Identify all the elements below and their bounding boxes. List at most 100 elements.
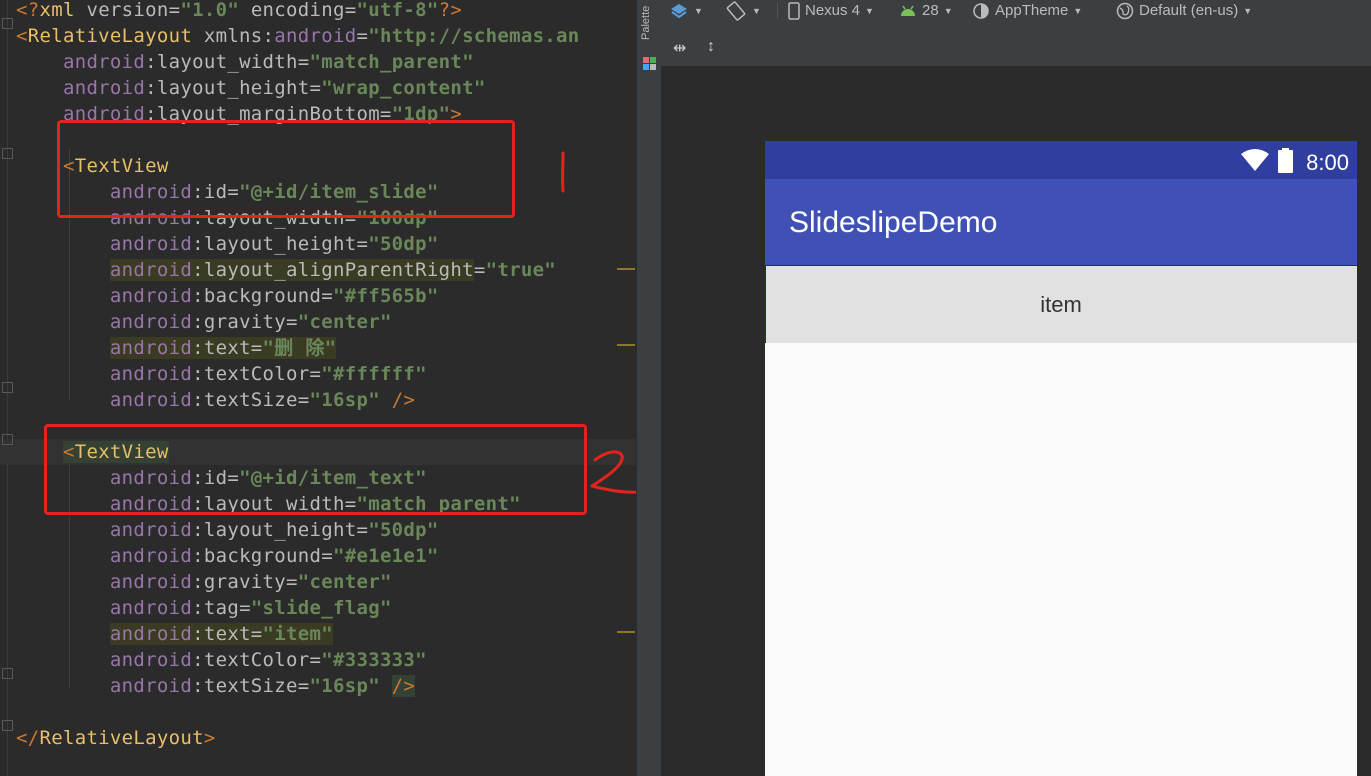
code-line[interactable]: android:layout_alignParentRight="true" [0, 257, 636, 283]
code-token: :textSize= [192, 389, 310, 411]
code-line[interactable]: android:gravity="center" [0, 569, 636, 595]
code-token: android [109, 675, 193, 697]
code-token: :tag= [192, 597, 251, 619]
fold-marker-icon[interactable] [2, 148, 13, 159]
fold-marker-icon[interactable] [2, 434, 13, 445]
item-text-view[interactable]: item [765, 266, 1357, 343]
code-line[interactable]: android:layout_width="match_parent" [0, 491, 636, 517]
code-line[interactable]: android:textSize="16sp" /> [0, 387, 636, 413]
code-token: :background= [192, 545, 333, 567]
locale-selector[interactable]: Default (en-us) ▼ [1116, 0, 1252, 22]
selection-outline [765, 265, 1357, 266]
status-bar: 8:00 [765, 141, 1357, 179]
code-line[interactable] [0, 127, 636, 153]
expand-horizontal-icon[interactable]: ⇹ [673, 38, 686, 58]
code-token: :layout_height= [192, 233, 369, 255]
code-token: android [109, 285, 193, 307]
rotate-device-icon [726, 1, 746, 21]
layout-design-pane[interactable]: ▼ ▼ Nexus 4 ▼ 28 ▼ AppTheme ▼ Default (e… [661, 0, 1371, 776]
fold-marker-icon[interactable] [2, 668, 13, 679]
app-title: SlideslipeDemo [789, 206, 998, 239]
code-line[interactable]: <TextView [0, 153, 636, 179]
code-line[interactable]: android:text="删 除" [0, 335, 636, 361]
code-token: :layout_marginBottom= [145, 103, 392, 125]
code-token: :text= [192, 623, 263, 645]
code-token: < [62, 441, 75, 463]
code-token: /> [391, 675, 416, 697]
code-token: = [473, 259, 486, 281]
code-line[interactable]: android:layout_marginBottom="1dp"> [0, 101, 636, 127]
code-line[interactable]: android:gravity="center" [0, 309, 636, 335]
palette-icon[interactable] [642, 56, 657, 71]
code-line[interactable]: android:layout_height="wrap_content" [0, 75, 636, 101]
code-line[interactable]: android:id="@+id/item_text" [0, 465, 636, 491]
code-line[interactable]: android:id="@+id/item_slide" [0, 179, 636, 205]
code-token: ?> [438, 0, 463, 21]
device-selector[interactable]: Nexus 4 ▼ [788, 0, 874, 22]
code-token: :textSize= [192, 675, 310, 697]
fold-marker-icon[interactable] [2, 720, 13, 731]
code-token: :id= [192, 467, 240, 489]
code-token: android [109, 493, 193, 515]
code-line[interactable]: android:layout_height="50dp" [0, 517, 636, 543]
code-token: xml [39, 0, 87, 21]
code-token: encoding= [250, 0, 357, 21]
code-token: </ [16, 727, 40, 749]
code-token: android [109, 519, 193, 541]
api-level-selector[interactable]: 28 ▼ [899, 0, 953, 22]
code-token: android [62, 51, 146, 73]
fold-marker-icon[interactable] [2, 18, 13, 29]
warning-marker[interactable] [617, 344, 635, 346]
code-line[interactable]: android:text="item" [0, 621, 636, 647]
code-line[interactable]: android:tag="slide_flag" [0, 595, 636, 621]
expand-vertical-icon[interactable]: ↕ [707, 38, 715, 56]
code-token: :text= [192, 337, 263, 359]
code-line[interactable]: <TextView [0, 439, 636, 465]
code-line[interactable] [0, 699, 636, 725]
code-token: :gravity= [192, 311, 298, 333]
code-line[interactable]: android:layout_width="100dp" [0, 205, 636, 231]
code-token: :layout_width= [192, 207, 357, 229]
code-line[interactable]: android:layout_height="50dp" [0, 231, 636, 257]
xml-code-editor[interactable]: <?xml version="1.0" encoding="utf-8"?> <R… [0, 0, 636, 776]
code-line[interactable]: </RelativeLayout> [0, 725, 636, 751]
code-line[interactable] [0, 413, 636, 439]
code-line[interactable]: android:layout_width="match_parent" [0, 49, 636, 75]
app-bar: SlideslipeDemo [765, 179, 1357, 265]
palette-label[interactable]: Palette [640, 6, 652, 54]
code-token: "16sp" [309, 675, 392, 697]
warning-marker[interactable] [617, 268, 635, 270]
battery-icon [1278, 148, 1293, 173]
orientation-button[interactable]: ▼ [725, 0, 761, 22]
item-label: item [1040, 291, 1082, 317]
code-token: < [16, 25, 28, 47]
code-line[interactable]: <?xml version="1.0" encoding="utf-8"?> [0, 0, 636, 23]
design-surface-button[interactable]: ▼ [669, 0, 703, 22]
warning-marker[interactable] [617, 631, 635, 633]
code-line[interactable]: android:textSize="16sp" /> [0, 673, 636, 699]
code-token: :gravity= [192, 571, 298, 593]
code-token: RelativeLayout [39, 727, 204, 749]
chevron-down-icon: ▼ [1073, 6, 1083, 16]
device-preview[interactable]: 8:00 SlideslipeDemo item [765, 141, 1357, 776]
code-line[interactable]: android:textColor="#333333" [0, 647, 636, 673]
status-clock: 8:00 [1306, 150, 1349, 175]
chevron-down-icon: ▼ [694, 6, 703, 16]
code-token: "#ffffff" [321, 363, 427, 385]
code-line[interactable]: android:background="#e1e1e1" [0, 543, 636, 569]
code-line[interactable]: android:background="#ff565b" [0, 283, 636, 309]
code-token: TextView [74, 441, 169, 463]
code-line[interactable]: android:textColor="#ffffff" [0, 361, 636, 387]
code-token: "50dp" [368, 519, 439, 541]
theme-selector[interactable]: AppTheme ▼ [972, 0, 1082, 22]
code-token: android [109, 311, 193, 333]
palette-tool-strip[interactable]: Palette [636, 0, 662, 776]
fold-marker-icon[interactable] [2, 382, 13, 393]
code-line[interactable]: <RelativeLayout xmlns:android="http://sc… [0, 23, 636, 49]
code-token: android [109, 259, 193, 281]
toolbar-separator [777, 3, 778, 19]
code-token: :textColor= [192, 649, 322, 671]
